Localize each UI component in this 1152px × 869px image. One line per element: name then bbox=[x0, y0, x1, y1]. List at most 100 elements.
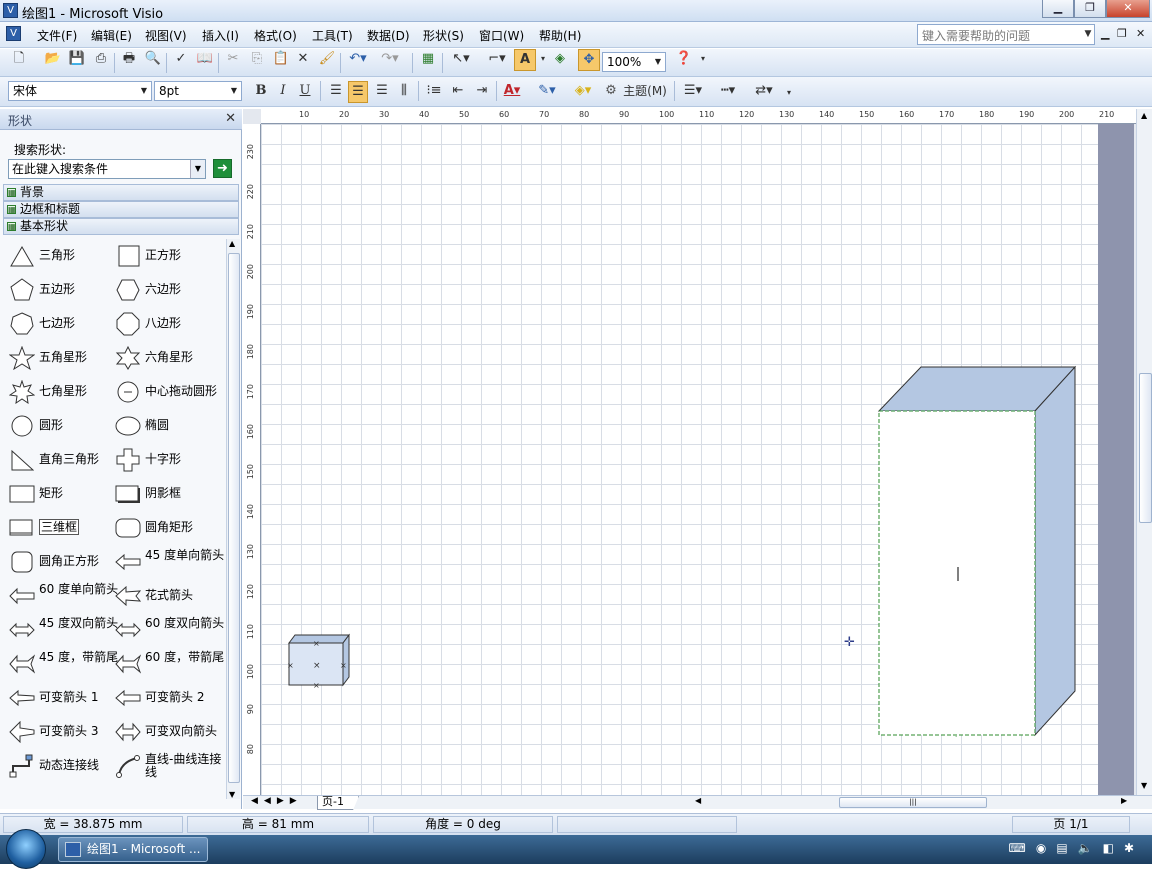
line-ends-icon[interactable]: ⇄▾ bbox=[748, 81, 780, 103]
shape-45-tail-arrow[interactable]: 45 度，带箭尾 bbox=[9, 651, 121, 681]
close-button[interactable]: ✕ bbox=[1106, 0, 1150, 18]
menu-help[interactable]: 帮助(H) bbox=[539, 27, 581, 44]
format-painter-icon[interactable]: 🖌 bbox=[318, 49, 336, 71]
font-dropdown-icon[interactable]: ▼ bbox=[137, 82, 151, 100]
search-dropdown-icon[interactable]: ▼ bbox=[190, 160, 205, 178]
shape-rounded-rectangle[interactable]: 圆角矩形 bbox=[115, 515, 227, 545]
decrease-indent-icon[interactable]: ⇤ bbox=[448, 81, 468, 103]
text-tool-icon[interactable]: A bbox=[514, 49, 536, 71]
copy-icon[interactable]: ⎘ bbox=[248, 49, 266, 71]
paste-icon[interactable]: 📋 bbox=[272, 49, 290, 71]
stencil-basic-shapes[interactable]: ▦ 基本形状 bbox=[3, 218, 239, 235]
align-right-icon[interactable]: ☰ bbox=[372, 81, 392, 103]
shape-line-curve-connector[interactable]: 直线-曲线连接线 bbox=[115, 753, 227, 783]
delete-icon[interactable]: ✕ bbox=[294, 49, 312, 71]
document-icon[interactable]: V bbox=[6, 26, 21, 41]
scroll-up-icon[interactable]: ▲ bbox=[1141, 111, 1147, 120]
open-folder-icon[interactable]: 📂 bbox=[44, 49, 62, 71]
menu-shape[interactable]: 形状(S) bbox=[423, 27, 464, 44]
align-center-icon[interactable]: ☰ bbox=[348, 81, 368, 103]
shape-dynamic-connector[interactable]: 动态连接线 bbox=[9, 753, 121, 783]
new-document-icon[interactable]: 🗋 bbox=[10, 49, 28, 71]
maximize-button[interactable]: ❐ bbox=[1074, 0, 1106, 18]
menu-window[interactable]: 窗口(W) bbox=[479, 27, 524, 44]
menu-insert[interactable]: 插入(I) bbox=[202, 27, 239, 44]
font-size-select[interactable]: 8pt ▼ bbox=[154, 81, 242, 101]
shape-heptagon[interactable]: 七边形 bbox=[9, 311, 121, 341]
vertical-ruler[interactable]: 230 220 210 200 190 180 170 160 150 140 130 120 110 1… bbox=[243, 124, 261, 795]
research-icon[interactable]: 📖 bbox=[196, 49, 214, 71]
system-tray-icons[interactable]: ⌨◉▤🔈◧✱ bbox=[1009, 841, 1144, 855]
menu-format[interactable]: 格式(O) bbox=[254, 27, 297, 44]
start-button-icon[interactable] bbox=[6, 829, 46, 869]
canvas-vertical-scrollbar[interactable]: ▲ ▼ bbox=[1136, 109, 1152, 795]
bullets-icon[interactable]: ⁝≡ bbox=[424, 81, 444, 103]
line-weight-icon[interactable]: ☰▾ bbox=[678, 81, 708, 103]
shapes-scrollbar[interactable]: ▲ ▼ bbox=[226, 239, 240, 799]
format-toolbar-options-icon[interactable]: ▾ bbox=[784, 83, 794, 105]
redo-icon[interactable]: ↷▾ bbox=[378, 49, 402, 71]
print-preview-icon[interactable]: 🔍 bbox=[144, 49, 162, 71]
shape-square[interactable]: 正方形 bbox=[115, 243, 227, 273]
fill-color-icon[interactable]: ◈▾ bbox=[568, 81, 598, 103]
shape-five-star[interactable]: 五角星形 bbox=[9, 345, 121, 375]
large-3d-box[interactable]: · · bbox=[873, 359, 1083, 743]
shape-rectangle[interactable]: 矩形 bbox=[9, 481, 121, 511]
undo-icon[interactable]: ↶▾ bbox=[346, 49, 370, 71]
doc-restore-icon[interactable]: ❐ bbox=[1117, 27, 1127, 40]
shape-hexagon[interactable]: 六边形 bbox=[115, 277, 227, 307]
scroll-down-icon[interactable]: ▼ bbox=[1141, 781, 1147, 790]
panel-close-icon[interactable]: ✕ bbox=[225, 111, 236, 126]
page-tab[interactable]: 页-1 bbox=[317, 796, 359, 810]
shape-center-circle[interactable]: 中心拖动圆形 bbox=[115, 379, 227, 409]
toolbar-options-icon[interactable]: ▾ bbox=[698, 49, 708, 71]
shape-triangle[interactable]: 三角形 bbox=[9, 243, 121, 273]
shape-variable-arrow-3[interactable]: 可变箭头 3 bbox=[9, 719, 121, 749]
cut-icon[interactable]: ✂ bbox=[224, 49, 242, 71]
shape-six-star[interactable]: 六角星形 bbox=[115, 345, 227, 375]
shape-variable-arrow-2[interactable]: 可变箭头 2 bbox=[115, 685, 227, 715]
theme-button[interactable]: 主题(M) bbox=[621, 81, 669, 103]
shapes-scroll-thumb[interactable] bbox=[228, 253, 240, 783]
pointer-tool-icon[interactable]: ↖▾ bbox=[448, 49, 474, 71]
spelling-icon[interactable]: ✓ bbox=[172, 49, 190, 71]
help-dropdown-icon[interactable]: ▼ bbox=[1081, 24, 1095, 45]
shape-ellipse[interactable]: 椭圆 bbox=[115, 413, 227, 443]
font-size-dropdown-icon[interactable]: ▼ bbox=[227, 82, 241, 100]
doc-minimize-icon[interactable]: ▁ bbox=[1101, 27, 1109, 40]
help-search-input[interactable]: 键入需要帮助的问题 ▼ bbox=[917, 24, 1095, 45]
doc-close-icon[interactable]: ✕ bbox=[1136, 27, 1145, 40]
help-icon[interactable]: ❓ bbox=[674, 49, 694, 71]
menu-file[interactable]: 文件(F) bbox=[37, 27, 77, 44]
search-shapes-input[interactable]: 在此键入搜索条件 ▼ bbox=[8, 159, 206, 179]
shape-variable-arrow-1[interactable]: 可变箭头 1 bbox=[9, 685, 121, 715]
permission-icon[interactable]: ⎙ bbox=[92, 49, 110, 71]
scroll-left-icon[interactable]: ◀ bbox=[695, 796, 701, 805]
shape-3d-box[interactable]: 三维框 bbox=[9, 515, 121, 545]
align-left-icon[interactable]: ☰ bbox=[326, 81, 346, 103]
horizontal-ruler[interactable]: 10 20 30 40 50 60 70 80 90 100 110 120 130 140 150 160 1… bbox=[261, 109, 1136, 124]
page-nav-arrows-icon[interactable]: ◀◀▶▶ bbox=[251, 796, 303, 806]
bold-button[interactable]: B bbox=[252, 81, 270, 103]
visio-app-icon[interactable]: V bbox=[3, 3, 18, 18]
stamp-tool-icon[interactable]: ◈ bbox=[550, 49, 570, 71]
minimize-button[interactable]: ▁ bbox=[1042, 0, 1074, 18]
stencil-borders-titles[interactable]: ▦ 边框和标题 bbox=[3, 201, 239, 218]
shapes-window-icon[interactable]: ▦ bbox=[418, 49, 438, 71]
italic-button[interactable]: I bbox=[274, 81, 292, 103]
scroll-up-icon[interactable]: ▲ bbox=[229, 239, 235, 248]
shape-circle[interactable]: 圆形 bbox=[9, 413, 121, 443]
font-color-icon[interactable]: A▾ bbox=[500, 81, 524, 103]
increase-indent-icon[interactable]: ⇥ bbox=[472, 81, 492, 103]
menu-view[interactable]: 视图(V) bbox=[145, 27, 187, 44]
shape-60-tail-arrow[interactable]: 60 度，带箭尾 bbox=[115, 651, 227, 681]
zoom-select[interactable]: 100% ▼ bbox=[602, 52, 666, 72]
line-color-icon[interactable]: ✎▾ bbox=[532, 81, 562, 103]
horizontal-scroll-thumb[interactable]: ||| bbox=[839, 797, 987, 808]
shape-right-triangle[interactable]: 直角三角形 bbox=[9, 447, 121, 477]
shape-octagon[interactable]: 八边形 bbox=[115, 311, 227, 341]
search-go-icon[interactable]: ➜ bbox=[213, 159, 232, 178]
shape-fancy-arrow[interactable]: 花式箭头 bbox=[115, 583, 227, 613]
scroll-down-icon[interactable]: ▼ bbox=[229, 790, 235, 799]
shape-seven-star[interactable]: 七角星形 bbox=[9, 379, 121, 409]
